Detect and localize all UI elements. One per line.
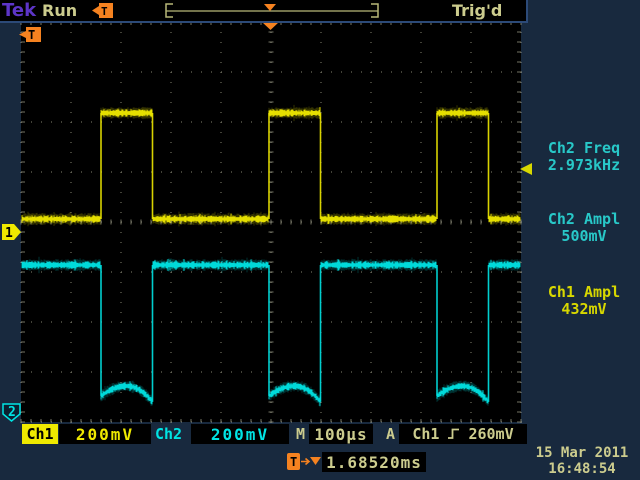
top-status-bar: Tek Run T Trig'd [0, 0, 528, 23]
trigger-t-icon: T [90, 2, 116, 20]
timebase-value: 100µs [309, 424, 373, 444]
measurement-ch2-ampl: Ch2 Ampl 500mV [528, 211, 640, 245]
trigger-source: Ch1 [412, 425, 439, 443]
ch1-marker-label: 1 [5, 226, 13, 241]
date-text: 15 Mar 2011 [528, 445, 636, 461]
ch2-marker-label: 2 [8, 405, 16, 420]
trigger-status: Trig'd [452, 1, 502, 20]
trigger-time-icon: T [286, 452, 322, 472]
ch2-badge: Ch2 [155, 425, 182, 443]
measurement-value: 500mV [528, 228, 640, 245]
trigger-mode-label: A [386, 425, 395, 443]
measurement-value: 432mV [528, 301, 640, 318]
datetime-readout: 15 Mar 2011 16:48:54 [528, 445, 636, 477]
svg-text:T: T [101, 5, 108, 18]
measurement-ch1-ampl: Ch1 Ampl 432mV [528, 284, 640, 318]
trigger-level-value: 260mV [468, 425, 513, 443]
ch1-ground-marker: 1 [2, 224, 21, 241]
window-trigger-triangle [264, 4, 276, 11]
ch2-ground-marker: 2 [3, 404, 20, 421]
ch2-scale: 200mV [191, 424, 289, 444]
measurement-label: Ch2 Freq [528, 140, 640, 157]
measurement-label: Ch2 Ampl [528, 211, 640, 228]
rising-edge-icon [447, 427, 460, 441]
timebase-label: M [296, 425, 305, 443]
acquisition-status: Run [42, 1, 77, 20]
oscilloscope-screen: T 1 2 Tek Run T Tri [0, 0, 640, 480]
ch1-scale: 200mV [59, 424, 151, 444]
measurement-value: 2.973kHz [528, 157, 640, 174]
measurement-label: Ch1 Ampl [528, 284, 640, 301]
acquisition-window-indicator [160, 0, 390, 20]
trigger-readout: Ch1 260mV [399, 424, 527, 444]
ch1-badge: Ch1 [22, 424, 58, 444]
tek-logo: Tek [2, 0, 36, 21]
svg-text:T: T [290, 455, 297, 469]
measurement-ch2-freq: Ch2 Freq 2.973kHz [528, 140, 640, 174]
trigger-time-readout: 1.68520ms [322, 452, 426, 472]
trigger-marker-label: T [28, 28, 35, 42]
time-text: 16:48:54 [528, 461, 636, 477]
